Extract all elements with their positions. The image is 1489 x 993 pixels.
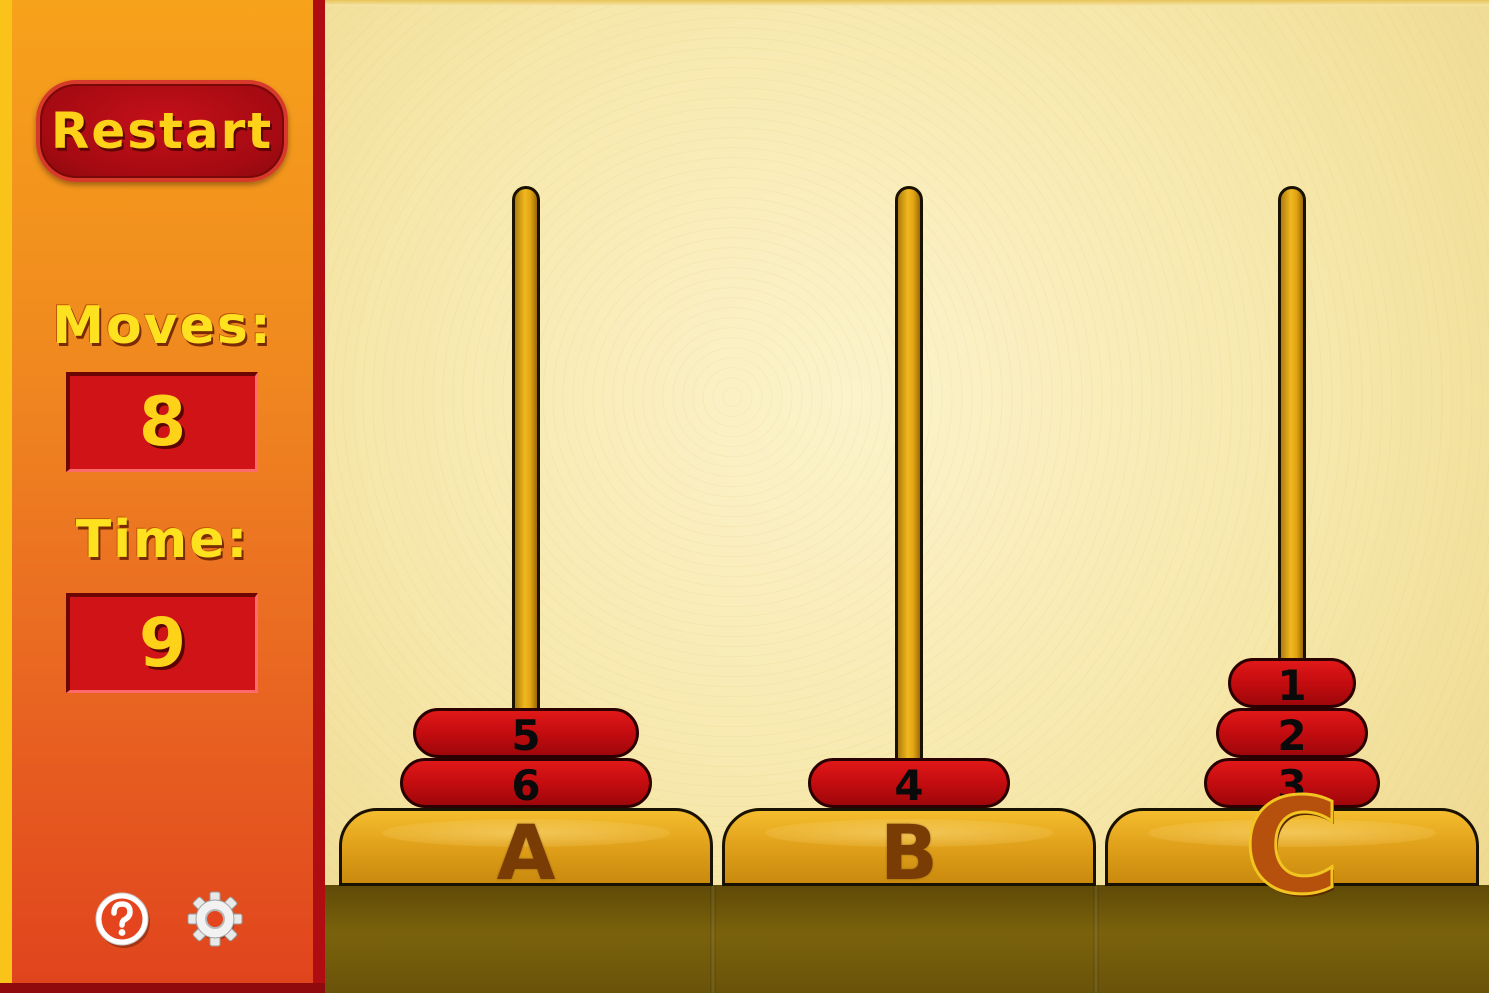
control-panel: Restart Moves: 8 Time: 9 (0, 0, 325, 993)
disk-6[interactable]: 6 (400, 758, 652, 808)
restart-button[interactable]: Restart (36, 80, 288, 182)
peg-b-pole[interactable] (895, 186, 923, 766)
disk-number: 2 (1277, 711, 1307, 760)
disk-number: 4 (894, 761, 924, 810)
help-icon (95, 892, 150, 948)
help-button[interactable] (93, 890, 151, 948)
peg-a-pole[interactable] (512, 186, 540, 716)
peg-c-pole[interactable] (1278, 186, 1306, 666)
peg-a-label: A (496, 808, 556, 886)
peg-a-base[interactable]: A (339, 808, 713, 886)
disk-number: 1 (1277, 661, 1307, 710)
time-label: Time: (75, 510, 250, 570)
game-board: A 5 6 B 4 1 2 3 C (325, 0, 1489, 993)
peg-b-label: B (880, 808, 938, 886)
moves-counter: 8 (66, 372, 258, 472)
disk-1[interactable]: 1 (1228, 658, 1356, 708)
moves-value: 8 (138, 383, 187, 462)
settings-button[interactable] (186, 890, 244, 948)
disk-5[interactable]: 5 (413, 708, 639, 758)
disk-number: 6 (511, 761, 541, 810)
peg-c-label: C (1242, 770, 1342, 924)
peg-b-base[interactable]: B (722, 808, 1096, 886)
time-counter: 9 (66, 593, 258, 693)
moves-label: Moves: (52, 296, 273, 356)
board-top-edge (325, 0, 1489, 6)
disk-2[interactable]: 2 (1216, 708, 1368, 758)
gear-icon (187, 891, 243, 947)
disk-number: 5 (511, 711, 541, 760)
disk-4[interactable]: 4 (808, 758, 1010, 808)
floor-divider (1093, 885, 1099, 993)
floor-divider (710, 885, 716, 993)
time-value: 9 (138, 604, 187, 683)
